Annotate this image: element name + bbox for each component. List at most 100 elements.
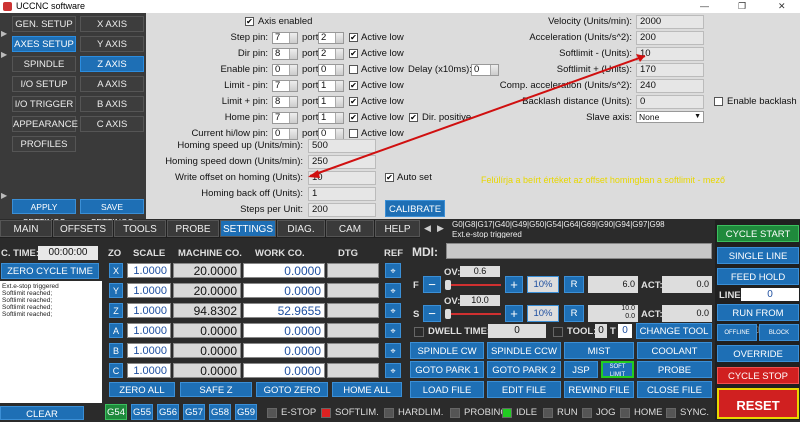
- change-tool-button[interactable]: CHANGE TOOL: [636, 323, 712, 339]
- home-b-icon[interactable]: ⌖: [385, 343, 401, 358]
- spindle-cw-button[interactable]: SPINDLE CW: [410, 342, 484, 359]
- spindle-actual: 0.0: [662, 305, 712, 322]
- a-work[interactable]: 0.0000: [243, 323, 325, 338]
- spindle-ccw-button[interactable]: SPINDLE CCW: [487, 342, 561, 359]
- soft-limit-button[interactable]: SOFT LIMIT: [601, 361, 634, 378]
- spindle-reset-button[interactable]: R: [564, 305, 584, 322]
- spindle-plus-button[interactable]: +: [505, 305, 523, 322]
- cycle-time-value: 00:00:00: [38, 246, 98, 260]
- jsp-button[interactable]: JSP: [564, 361, 598, 378]
- feed-slider[interactable]: [445, 284, 501, 286]
- y-work[interactable]: 0.0000: [243, 283, 325, 298]
- spindle-label: S: [413, 309, 420, 320]
- estop-led: [267, 408, 277, 418]
- reset-button[interactable]: RESET: [717, 388, 799, 419]
- goto-park1-button[interactable]: GOTO PARK 1: [410, 361, 484, 378]
- t-value[interactable]: 0: [618, 324, 632, 338]
- tool-value: 0: [595, 324, 607, 338]
- zero-x-button[interactable]: X: [109, 263, 123, 278]
- tab-cam[interactable]: CAM: [326, 220, 374, 237]
- zero-z-button[interactable]: Z: [109, 303, 123, 318]
- close-file-button[interactable]: CLOSE FILE: [637, 381, 712, 398]
- probing-led: [450, 408, 460, 418]
- mist-button[interactable]: MIST: [564, 342, 634, 359]
- feed-10pct-button[interactable]: 10%: [527, 276, 559, 293]
- z-work[interactable]: 52.9655: [243, 303, 325, 318]
- zero-a-button[interactable]: A: [109, 323, 123, 338]
- tab-offsets[interactable]: OFFSETS: [53, 220, 113, 237]
- spindle-override: 10.0: [460, 295, 500, 306]
- load-file-button[interactable]: LOAD FILE: [410, 381, 484, 398]
- machine-header: MACHINE CO.: [178, 248, 242, 259]
- spindle-minus-button[interactable]: −: [423, 305, 441, 322]
- g55-tab[interactable]: G55: [131, 404, 153, 420]
- home-all-button[interactable]: HOME ALL: [332, 382, 402, 397]
- dtg-header: DTG: [338, 248, 359, 259]
- spindle-10pct-button[interactable]: 10%: [527, 305, 559, 322]
- tab-scroll[interactable]: ◀ ▶: [420, 220, 450, 238]
- zero-y-button[interactable]: Y: [109, 283, 123, 298]
- spindle-slider[interactable]: [445, 313, 501, 315]
- cycle-stop-button[interactable]: CYCLE STOP: [717, 367, 799, 384]
- g56-tab[interactable]: G56: [157, 404, 179, 420]
- probe-button[interactable]: PROBE: [637, 361, 712, 378]
- sync-label: SYNC.: [680, 407, 710, 418]
- c-scale[interactable]: 1.0000: [127, 363, 171, 378]
- b-work[interactable]: 0.0000: [243, 343, 325, 358]
- zero-cycle-time-button[interactable]: ZERO CYCLE TIME: [1, 263, 99, 279]
- message-line: Ext.e-stop triggered: [2, 283, 59, 290]
- home-y-icon[interactable]: ⌖: [385, 283, 401, 298]
- y-scale[interactable]: 1.0000: [127, 283, 171, 298]
- feed-minus-button[interactable]: −: [423, 276, 441, 293]
- run-from-here-button[interactable]: RUN FROM HERE: [717, 304, 799, 336]
- x-scale[interactable]: 1.0000: [127, 263, 171, 278]
- line-value[interactable]: 0: [741, 288, 799, 301]
- single-line-button[interactable]: SINGLE LINE: [717, 247, 799, 264]
- goto-zero-button[interactable]: GOTO ZERO: [256, 382, 328, 397]
- run-label: RUN: [557, 407, 578, 418]
- c-machine: 0.0000: [173, 363, 241, 378]
- clear-button[interactable]: CLEAR: [0, 406, 84, 420]
- g59-tab[interactable]: G59: [235, 404, 257, 420]
- softlim-led: [321, 408, 331, 418]
- tab-help[interactable]: HELP: [375, 220, 420, 237]
- block-delete-button[interactable]: BLOCK DELETE: [759, 324, 799, 353]
- home-a-icon[interactable]: ⌖: [385, 323, 401, 338]
- b-scale[interactable]: 1.0000: [127, 343, 171, 358]
- cycle-start-button[interactable]: CYCLE START: [717, 225, 799, 242]
- feed-slider-handle[interactable]: [445, 280, 451, 290]
- a-scale[interactable]: 1.0000: [127, 323, 171, 338]
- home-c-icon[interactable]: ⌖: [385, 363, 401, 378]
- spindle-slider-handle[interactable]: [445, 309, 451, 319]
- tab-settings[interactable]: SETTINGS: [220, 220, 276, 237]
- safe-z-button[interactable]: SAFE Z: [180, 382, 252, 397]
- edit-file-button[interactable]: EDIT FILE: [487, 381, 561, 398]
- g58-tab[interactable]: G58: [209, 404, 231, 420]
- tab-main[interactable]: MAIN: [0, 220, 52, 237]
- tab-probe[interactable]: PROBE: [167, 220, 219, 237]
- message-line: Softlimit reached;: [2, 297, 53, 304]
- c-work[interactable]: 0.0000: [243, 363, 325, 378]
- feed-hold-button[interactable]: FEED HOLD: [717, 268, 799, 285]
- mdi-input[interactable]: [446, 243, 712, 259]
- g54-tab[interactable]: G54: [105, 404, 127, 420]
- g57-tab[interactable]: G57: [183, 404, 205, 420]
- zero-all-button[interactable]: ZERO ALL: [109, 382, 175, 397]
- home-x-icon[interactable]: ⌖: [385, 263, 401, 278]
- jog-label: JOG: [596, 407, 616, 418]
- coolant-button[interactable]: COOLANT: [637, 342, 712, 359]
- zero-c-button[interactable]: C: [109, 363, 123, 378]
- x-work[interactable]: 0.0000: [243, 263, 325, 278]
- z-scale[interactable]: 1.0000: [127, 303, 171, 318]
- feed-reset-button[interactable]: R: [564, 276, 584, 293]
- rewind-file-button[interactable]: REWIND FILE: [564, 381, 634, 398]
- offline-mode-button[interactable]: OFFLINE MODE: [717, 324, 757, 353]
- home-z-icon[interactable]: ⌖: [385, 303, 401, 318]
- t-label: T: [610, 326, 616, 337]
- tab-tools[interactable]: TOOLS: [114, 220, 166, 237]
- zero-b-button[interactable]: B: [109, 343, 123, 358]
- goto-park2-button[interactable]: GOTO PARK 2: [487, 361, 561, 378]
- tab-diag[interactable]: DIAG.: [277, 220, 325, 237]
- override-limits-button[interactable]: OVERRIDE LIMITS: [717, 345, 799, 377]
- feed-plus-button[interactable]: +: [505, 276, 523, 293]
